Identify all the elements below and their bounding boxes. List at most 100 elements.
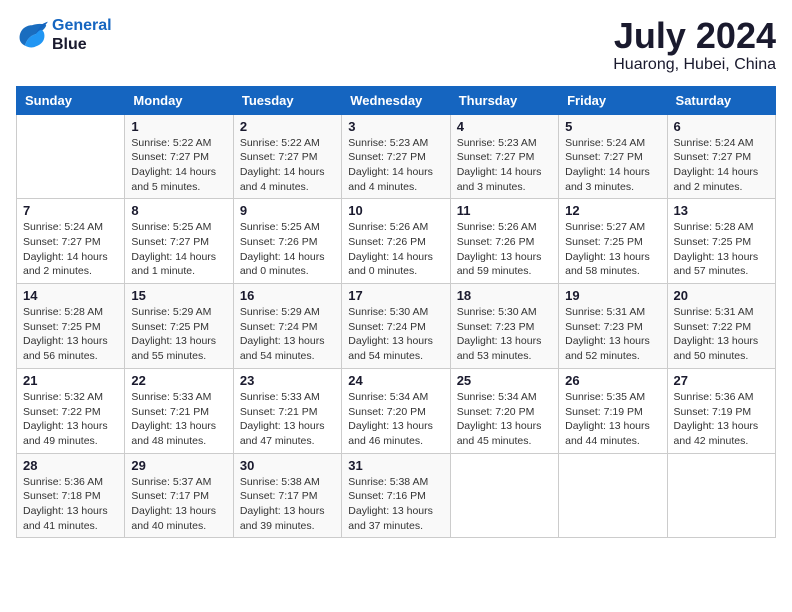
- day-info: Sunrise: 5:33 AMSunset: 7:21 PMDaylight:…: [131, 390, 226, 449]
- day-info: Sunrise: 5:30 AMSunset: 7:23 PMDaylight:…: [457, 305, 552, 364]
- day-info: Sunrise: 5:28 AMSunset: 7:25 PMDaylight:…: [674, 220, 769, 279]
- day-info: Sunrise: 5:22 AMSunset: 7:27 PMDaylight:…: [131, 136, 226, 195]
- day-number: 13: [674, 203, 769, 218]
- day-of-week-header: Saturday: [667, 86, 775, 114]
- day-number: 26: [565, 373, 660, 388]
- day-number: 19: [565, 288, 660, 303]
- day-of-week-header: Friday: [559, 86, 667, 114]
- day-info: Sunrise: 5:25 AMSunset: 7:26 PMDaylight:…: [240, 220, 335, 279]
- calendar-cell: 10 Sunrise: 5:26 AMSunset: 7:26 PMDayligh…: [342, 199, 450, 284]
- day-info: Sunrise: 5:24 AMSunset: 7:27 PMDaylight:…: [674, 136, 769, 195]
- page-header: General Blue July 2024 Huarong, Hubei, C…: [16, 16, 776, 74]
- day-number: 11: [457, 203, 552, 218]
- day-of-week-header: Monday: [125, 86, 233, 114]
- day-info: Sunrise: 5:22 AMSunset: 7:27 PMDaylight:…: [240, 136, 335, 195]
- calendar-week-row: 28 Sunrise: 5:36 AMSunset: 7:18 PMDayligh…: [17, 453, 776, 538]
- calendar-cell: 2 Sunrise: 5:22 AMSunset: 7:27 PMDaylight…: [233, 114, 341, 199]
- day-info: Sunrise: 5:27 AMSunset: 7:25 PMDaylight:…: [565, 220, 660, 279]
- day-info: Sunrise: 5:24 AMSunset: 7:27 PMDaylight:…: [23, 220, 118, 279]
- calendar-cell: 3 Sunrise: 5:23 AMSunset: 7:27 PMDaylight…: [342, 114, 450, 199]
- calendar-cell: 22 Sunrise: 5:33 AMSunset: 7:21 PMDayligh…: [125, 368, 233, 453]
- day-number: 14: [23, 288, 118, 303]
- day-info: Sunrise: 5:36 AMSunset: 7:19 PMDaylight:…: [674, 390, 769, 449]
- calendar-cell: [559, 453, 667, 538]
- calendar-cell: 31 Sunrise: 5:38 AMSunset: 7:16 PMDayligh…: [342, 453, 450, 538]
- day-info: Sunrise: 5:37 AMSunset: 7:17 PMDaylight:…: [131, 475, 226, 534]
- calendar-cell: 14 Sunrise: 5:28 AMSunset: 7:25 PMDayligh…: [17, 284, 125, 369]
- day-of-week-header: Tuesday: [233, 86, 341, 114]
- calendar-cell: 20 Sunrise: 5:31 AMSunset: 7:22 PMDayligh…: [667, 284, 775, 369]
- day-number: 2: [240, 119, 335, 134]
- title-block: July 2024 Huarong, Hubei, China: [613, 16, 776, 74]
- calendar-cell: 6Sunrise: 5:24 AMSunset: 7:27 PMDaylight…: [667, 114, 775, 199]
- day-info: Sunrise: 5:29 AMSunset: 7:25 PMDaylight:…: [131, 305, 226, 364]
- calendar-cell: 13 Sunrise: 5:28 AMSunset: 7:25 PMDayligh…: [667, 199, 775, 284]
- day-number: 30: [240, 458, 335, 473]
- day-info: Sunrise: 5:34 AMSunset: 7:20 PMDaylight:…: [348, 390, 443, 449]
- day-info: Sunrise: 5:23 AMSunset: 7:27 PMDaylight:…: [457, 136, 552, 195]
- calendar-cell: 30 Sunrise: 5:38 AMSunset: 7:17 PMDayligh…: [233, 453, 341, 538]
- day-number: 21: [23, 373, 118, 388]
- day-number: 9: [240, 203, 335, 218]
- calendar-cell: 12 Sunrise: 5:27 AMSunset: 7:25 PMDayligh…: [559, 199, 667, 284]
- calendar-cell: 8 Sunrise: 5:25 AMSunset: 7:27 PMDaylight…: [125, 199, 233, 284]
- day-number: 20: [674, 288, 769, 303]
- day-info: Sunrise: 5:23 AMSunset: 7:27 PMDaylight:…: [348, 136, 443, 195]
- day-number: 25: [457, 373, 552, 388]
- calendar-week-row: 14 Sunrise: 5:28 AMSunset: 7:25 PMDayligh…: [17, 284, 776, 369]
- calendar-cell: 1 Sunrise: 5:22 AMSunset: 7:27 PMDaylight…: [125, 114, 233, 199]
- day-number: 28: [23, 458, 118, 473]
- day-number: 23: [240, 373, 335, 388]
- day-number: 15: [131, 288, 226, 303]
- day-info: Sunrise: 5:28 AMSunset: 7:25 PMDaylight:…: [23, 305, 118, 364]
- day-number: 3: [348, 119, 443, 134]
- day-number: 10: [348, 203, 443, 218]
- day-number: 31: [348, 458, 443, 473]
- day-of-week-header: Wednesday: [342, 86, 450, 114]
- calendar-cell: 15 Sunrise: 5:29 AMSunset: 7:25 PMDayligh…: [125, 284, 233, 369]
- day-number: 24: [348, 373, 443, 388]
- day-number: 5: [565, 119, 660, 134]
- day-info: Sunrise: 5:24 AMSunset: 7:27 PMDaylight:…: [565, 136, 660, 195]
- day-number: 12: [565, 203, 660, 218]
- calendar-cell: 4 Sunrise: 5:23 AMSunset: 7:27 PMDaylight…: [450, 114, 558, 199]
- calendar-cell: 21 Sunrise: 5:32 AMSunset: 7:22 PMDayligh…: [17, 368, 125, 453]
- logo: General Blue: [16, 16, 112, 54]
- day-info: Sunrise: 5:33 AMSunset: 7:21 PMDaylight:…: [240, 390, 335, 449]
- calendar-cell: 24 Sunrise: 5:34 AMSunset: 7:20 PMDayligh…: [342, 368, 450, 453]
- calendar-cell: 19Sunrise: 5:31 AMSunset: 7:23 PMDayligh…: [559, 284, 667, 369]
- calendar-cell: 11Sunrise: 5:26 AMSunset: 7:26 PMDayligh…: [450, 199, 558, 284]
- calendar-cell: 29Sunrise: 5:37 AMSunset: 7:17 PMDayligh…: [125, 453, 233, 538]
- day-info: Sunrise: 5:35 AMSunset: 7:19 PMDaylight:…: [565, 390, 660, 449]
- calendar-cell: 16Sunrise: 5:29 AMSunset: 7:24 PMDayligh…: [233, 284, 341, 369]
- day-number: 27: [674, 373, 769, 388]
- day-number: 7: [23, 203, 118, 218]
- day-info: Sunrise: 5:31 AMSunset: 7:22 PMDaylight:…: [674, 305, 769, 364]
- day-number: 17: [348, 288, 443, 303]
- day-of-week-header: Sunday: [17, 86, 125, 114]
- day-number: 22: [131, 373, 226, 388]
- calendar-table: SundayMondayTuesdayWednesdayThursdayFrid…: [16, 86, 776, 539]
- location-subtitle: Huarong, Hubei, China: [613, 56, 776, 74]
- calendar-cell: 26 Sunrise: 5:35 AMSunset: 7:19 PMDayligh…: [559, 368, 667, 453]
- day-number: 1: [131, 119, 226, 134]
- calendar-cell: 28 Sunrise: 5:36 AMSunset: 7:18 PMDayligh…: [17, 453, 125, 538]
- day-info: Sunrise: 5:29 AMSunset: 7:24 PMDaylight:…: [240, 305, 335, 364]
- calendar-cell: 23 Sunrise: 5:33 AMSunset: 7:21 PMDayligh…: [233, 368, 341, 453]
- day-info: Sunrise: 5:32 AMSunset: 7:22 PMDaylight:…: [23, 390, 118, 449]
- day-of-week-header: Thursday: [450, 86, 558, 114]
- day-info: Sunrise: 5:38 AMSunset: 7:16 PMDaylight:…: [348, 475, 443, 534]
- day-info: Sunrise: 5:36 AMSunset: 7:18 PMDaylight:…: [23, 475, 118, 534]
- calendar-cell: 17Sunrise: 5:30 AMSunset: 7:24 PMDayligh…: [342, 284, 450, 369]
- day-info: Sunrise: 5:38 AMSunset: 7:17 PMDaylight:…: [240, 475, 335, 534]
- calendar-cell: 9 Sunrise: 5:25 AMSunset: 7:26 PMDaylight…: [233, 199, 341, 284]
- day-number: 18: [457, 288, 552, 303]
- calendar-cell: [450, 453, 558, 538]
- calendar-header-row: SundayMondayTuesdayWednesdayThursdayFrid…: [17, 86, 776, 114]
- day-number: 4: [457, 119, 552, 134]
- day-info: Sunrise: 5:25 AMSunset: 7:27 PMDaylight:…: [131, 220, 226, 279]
- day-info: Sunrise: 5:26 AMSunset: 7:26 PMDaylight:…: [348, 220, 443, 279]
- day-number: 8: [131, 203, 226, 218]
- calendar-week-row: 1 Sunrise: 5:22 AMSunset: 7:27 PMDaylight…: [17, 114, 776, 199]
- calendar-week-row: 7 Sunrise: 5:24 AMSunset: 7:27 PMDaylight…: [17, 199, 776, 284]
